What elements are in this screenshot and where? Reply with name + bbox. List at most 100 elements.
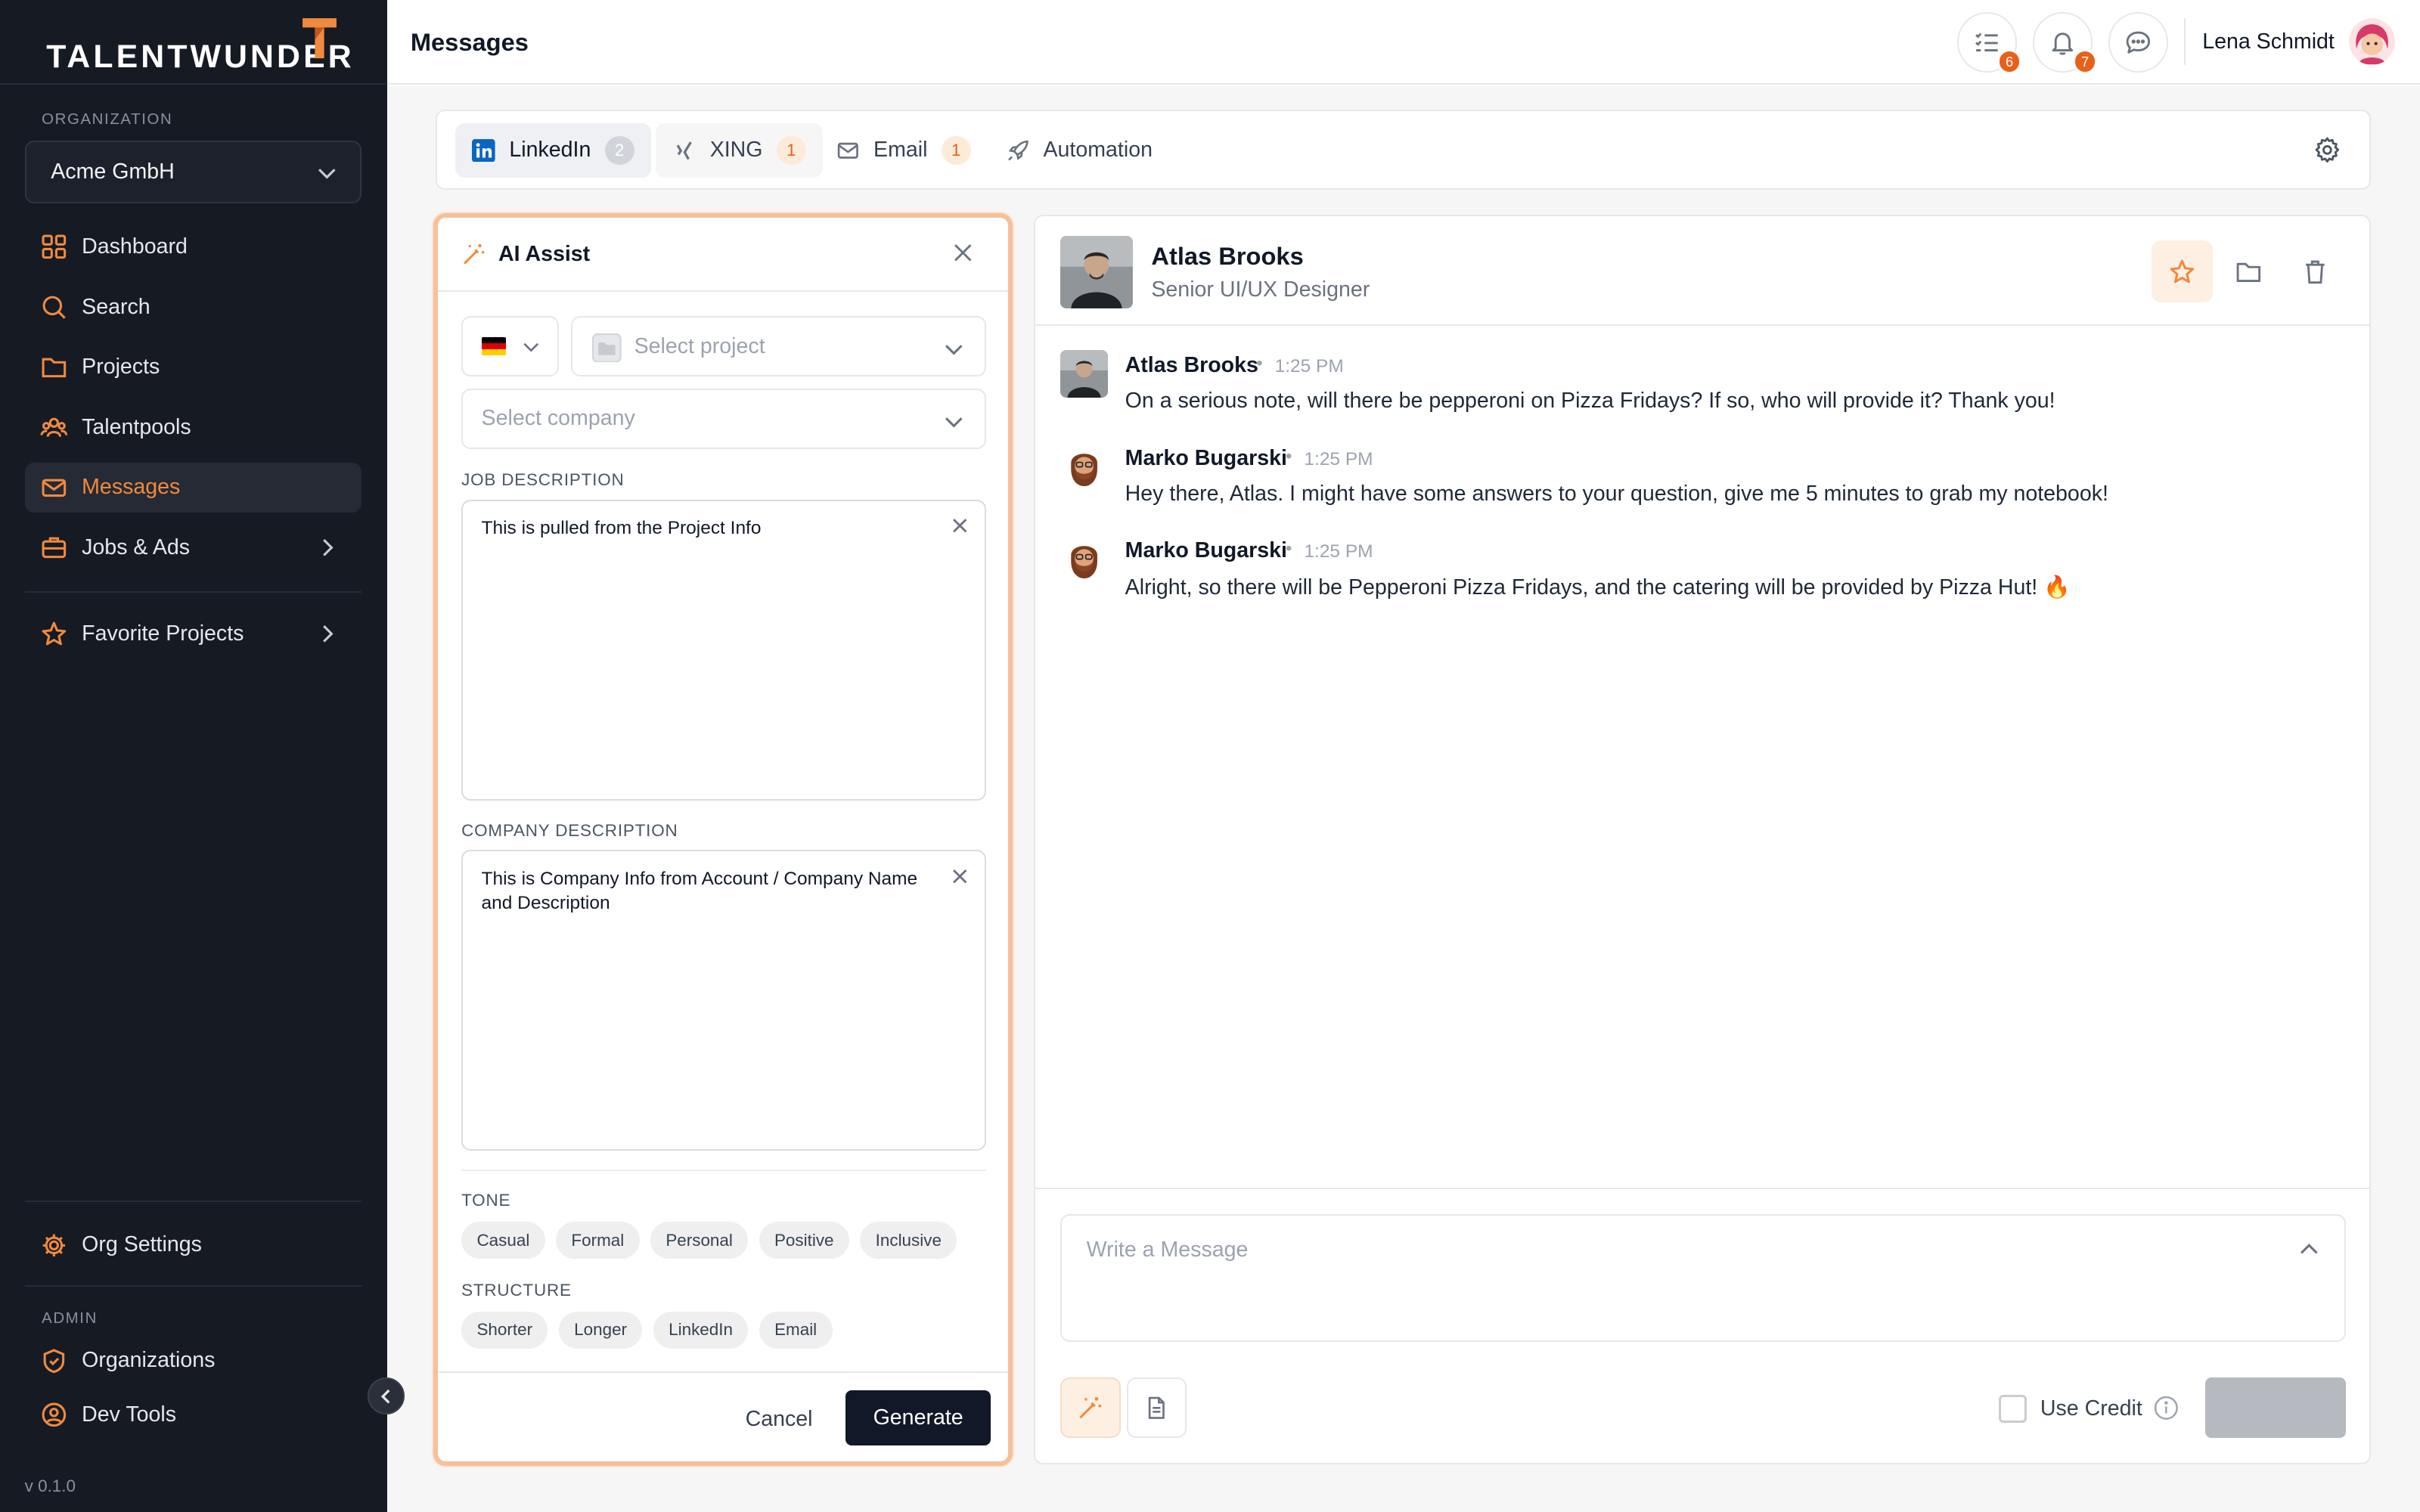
sidebar-item-projects[interactable]: Projects (25, 342, 361, 392)
info-icon[interactable] (2153, 1395, 2180, 1421)
contact-avatar[interactable] (1060, 236, 1133, 309)
generate-button[interactable]: Generate (845, 1390, 991, 1446)
message-time: 1:25 PM (1274, 356, 1344, 377)
move-to-folder-button[interactable] (2218, 240, 2280, 302)
clear-icon[interactable] (951, 867, 969, 885)
sidebar-item-label: Org Settings (82, 1232, 202, 1257)
separator-dot: • (1285, 538, 1292, 559)
sidebar-item-dashboard[interactable]: Dashboard (25, 222, 361, 271)
company-description-textarea[interactable]: This is Company Info from Account / Comp… (461, 850, 986, 1151)
page-title: Messages (410, 27, 529, 56)
contact-role: Senior UI/UX Designer (1151, 277, 1370, 302)
template-button[interactable] (1126, 1377, 1187, 1438)
chat-button[interactable] (2108, 12, 2169, 73)
tab-automation[interactable]: Automation (989, 123, 1169, 177)
mail-icon (40, 474, 68, 502)
delete-button[interactable] (2284, 240, 2346, 302)
language-select[interactable] (461, 316, 559, 376)
tab-linkedin[interactable]: LinkedIn 2 (455, 123, 651, 178)
linkedin-icon (472, 138, 496, 163)
user-avatar[interactable] (2349, 18, 2396, 65)
chevron-down-icon (945, 417, 963, 428)
tab-count-badge: 1 (776, 135, 806, 166)
xing-icon (673, 139, 697, 163)
ai-assist-button[interactable] (1060, 1377, 1121, 1438)
divider (438, 1371, 1008, 1374)
checklist-icon (1975, 33, 1998, 51)
send-button[interactable] (2205, 1377, 2346, 1438)
separator-dot: • (1256, 353, 1263, 374)
company-description-label: COMPANY DESCRIPTION (461, 820, 678, 840)
chevron-down-icon (945, 344, 963, 355)
sidebar-item-favorite-projects[interactable]: Favorite Projects (25, 609, 361, 658)
document-icon (1149, 1396, 1165, 1419)
sidebar-item-talentpools[interactable]: Talentpools (25, 403, 361, 452)
top-header: Messages 6 7 Lena Schmidt (387, 0, 2420, 85)
tone-chip-personal[interactable]: Personal (650, 1222, 749, 1259)
chat-bubble-icon (2126, 31, 2151, 54)
notifications-button[interactable]: 7 (2032, 12, 2098, 74)
chevron-right-icon (323, 625, 334, 643)
tab-email[interactable]: Email 1 (820, 123, 988, 177)
sidebar-item-org-settings[interactable]: Org Settings (25, 1220, 361, 1269)
conversation-header: Atlas Brooks Senior UI/UX Designer (1035, 216, 2369, 326)
sidebar-item-label: Dashboard (82, 234, 188, 259)
clear-icon[interactable] (951, 516, 969, 534)
user-name[interactable]: Lena Schmidt (2202, 29, 2335, 54)
org-label: ORGANIZATION (42, 110, 173, 128)
tab-xing[interactable]: XING 1 (656, 123, 824, 178)
job-description-textarea[interactable]: This is pulled from the Project Info (461, 500, 986, 801)
contact-name: Atlas Brooks (1151, 242, 1304, 271)
sidebar-collapse-button[interactable] (367, 1377, 405, 1415)
sidebar-item-organizations[interactable]: Organizations (25, 1336, 361, 1385)
message-time: 1:25 PM (1304, 448, 1373, 469)
org-select[interactable]: Acme GmbH (24, 140, 361, 204)
settings-button[interactable] (2313, 136, 2341, 170)
logo-mark-icon (302, 18, 337, 59)
job-description-value: This is pulled from the Project Info (481, 518, 762, 539)
project-select[interactable]: Select project (570, 316, 986, 376)
cancel-button[interactable]: Cancel (746, 1407, 813, 1432)
structure-chip-shorter[interactable]: Shorter (461, 1311, 548, 1349)
structure-chip-email[interactable]: Email (759, 1311, 833, 1349)
message-time: 1:25 PM (1304, 541, 1373, 562)
chevron-down-icon (318, 169, 336, 179)
sidebar: TALENTWUNDER ORGANIZATION Acme GmbH Dash… (0, 0, 388, 1512)
tab-label: LinkedIn (509, 138, 591, 163)
magic-wand-icon (1079, 1397, 1102, 1419)
favorite-button[interactable] (2151, 240, 2214, 302)
chevron-down-icon (523, 342, 538, 352)
users-icon (40, 414, 68, 442)
briefcase-icon (40, 534, 68, 562)
sidebar-item-messages[interactable]: Messages (24, 463, 361, 513)
tab-count-badge: 1 (941, 135, 971, 166)
divider (24, 1200, 361, 1202)
divider (1035, 1188, 2369, 1190)
chevron-up-icon[interactable] (2297, 1238, 2322, 1263)
use-credit-checkbox[interactable] (1998, 1394, 2027, 1423)
sidebar-item-label: Messages (82, 475, 181, 500)
sidebar-item-search[interactable]: Search (25, 282, 361, 331)
close-icon[interactable] (952, 242, 974, 264)
company-select[interactable]: Select company (461, 389, 986, 449)
sidebar-item-dev-tools[interactable]: Dev Tools (25, 1390, 361, 1439)
job-description-label: JOB DESCRIPTION (461, 470, 625, 490)
tasks-button[interactable]: 6 (1956, 12, 2022, 74)
tab-label: XING (709, 138, 763, 163)
tone-chip-inclusive[interactable]: Inclusive (860, 1222, 957, 1259)
star-icon (40, 620, 68, 648)
message-author: Marko Bugarski (1125, 445, 1287, 470)
tone-label: TONE (461, 1191, 511, 1210)
sidebar-item-jobs-ads[interactable]: Jobs & Ads (25, 523, 361, 572)
message-composer[interactable]: Write a Message (1060, 1214, 2346, 1343)
structure-label: STRUCTURE (461, 1280, 572, 1300)
structure-chip-longer[interactable]: Longer (558, 1311, 643, 1349)
tone-chip-positive[interactable]: Positive (759, 1222, 849, 1259)
use-credit-label: Use Credit (2040, 1396, 2142, 1421)
structure-chip-linkedin[interactable]: LinkedIn (653, 1311, 749, 1349)
tone-chip-formal[interactable]: Formal (556, 1222, 640, 1259)
tone-chip-casual[interactable]: Casual (461, 1222, 545, 1259)
brand-logo[interactable]: TALENTWUNDER (46, 15, 355, 77)
message-author: Atlas Brooks (1125, 353, 1258, 378)
notifications-badge: 7 (2072, 49, 2098, 74)
